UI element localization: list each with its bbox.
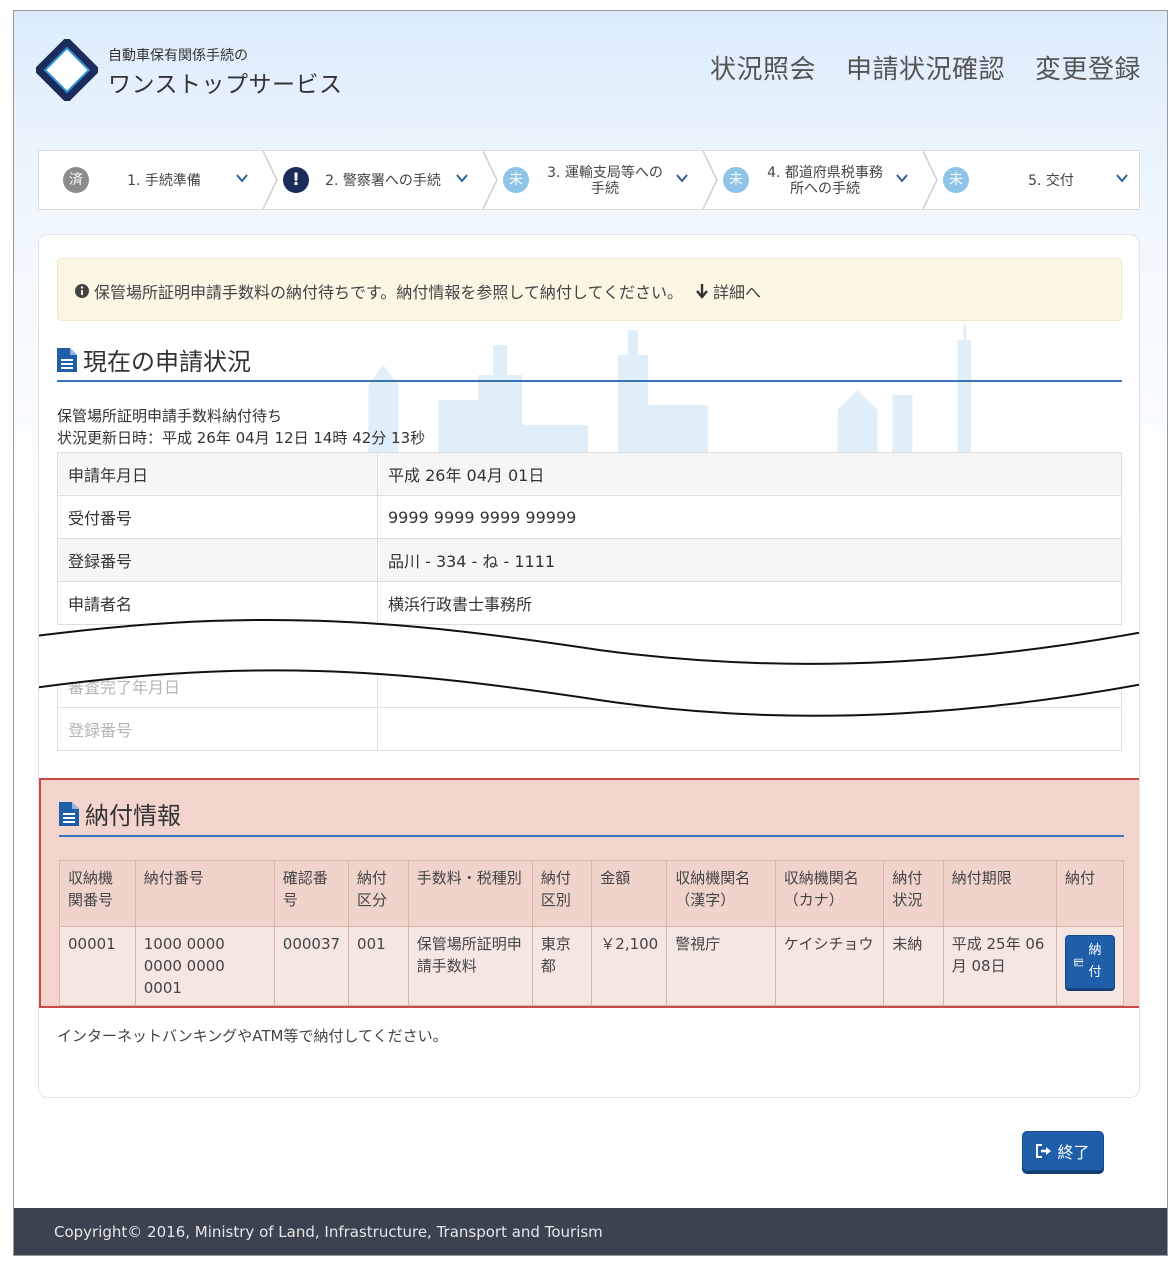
payment-pending-alert: 保管場所証明申請手数料の納付待ちです。納付情報を参照して納付してください。 詳細…: [57, 258, 1122, 321]
nav-status-inquiry[interactable]: 状況照会: [710, 49, 816, 86]
payment-note: インターネットバンキングやATM等で納付してください。: [57, 1027, 448, 1045]
column-header: 手数料・税種別: [407, 860, 533, 927]
top-navigation: 状況照会 申請状況確認 変更登録: [710, 49, 1141, 86]
main-card: 保管場所証明申請手数料の納付待ちです。納付情報を参照して納付してください。 詳細…: [38, 234, 1140, 1098]
step-4[interactable]: 未 4. 都道府県税事務 所への手続: [721, 151, 921, 209]
application-info-table: 申請年月日 平成 26年 04月 01日 受付番号 9999 9999 9999 9…: [57, 452, 1122, 625]
step-badge-pending: 未: [503, 167, 529, 193]
table-row: 登録番号 品川 - 334 - ね - 1111: [57, 538, 1122, 582]
column-header: 納付状況: [883, 860, 944, 927]
row-key: 受付番号: [57, 495, 378, 539]
step-3[interactable]: 未 3. 運輸支局等への 手続: [501, 151, 701, 209]
status-block: 保管場所証明申請手数料納付待ち 状況更新日時：平成 26年 04月 12日 14…: [57, 405, 425, 449]
step-2[interactable]: ! 2. 警察署への手続: [281, 151, 481, 209]
column-header: 金額: [591, 860, 668, 927]
sign-out-icon: [1036, 1144, 1052, 1158]
arrow-down-icon[interactable]: [695, 283, 709, 299]
table-row: 00001 1000 0000 0000 0000 0001 000037 00…: [59, 926, 1125, 1006]
alert-message: 保管場所証明申請手数料の納付待ちです。納付情報を参照して納付してください。: [94, 283, 683, 302]
step-label: 5. 交付: [1028, 173, 1074, 189]
omission-break-decoration: [39, 618, 1139, 717]
step-badge-warning: !: [283, 167, 309, 193]
section-title: 納付情報: [85, 802, 181, 830]
cell: 00001: [59, 926, 136, 1006]
section-divider: [59, 835, 1124, 837]
chevron-down-icon: [676, 174, 688, 183]
table-row: 受付番号 9999 9999 9999 99999: [57, 495, 1122, 539]
chevron-down-icon: [896, 174, 908, 183]
copyright-text: Copyright© 2016, Ministry of Land, Infra…: [54, 1223, 603, 1241]
cell: 001: [348, 926, 409, 1006]
end-button-label: 終了: [1057, 1143, 1090, 1162]
column-header: 収納機関名（カナ）: [774, 860, 885, 927]
end-button[interactable]: 終了: [1022, 1131, 1104, 1171]
row-key: 登録番号: [57, 538, 378, 582]
page-title: 現在の申請状況: [83, 348, 251, 376]
step-1[interactable]: 済 1. 手続準備: [39, 151, 261, 209]
row-value: 品川 - 334 - ね - 1111: [377, 538, 1122, 582]
step-5[interactable]: 未 5. 交付: [941, 151, 1139, 209]
column-header: 納付期限: [942, 860, 1057, 927]
logo-subtitle: 自動車保有関係手続の: [108, 48, 248, 64]
details-link[interactable]: 詳細へ: [713, 279, 761, 303]
info-icon: [75, 284, 89, 298]
app-window: 自動車保有関係手続の ワンストップサービス 状況照会 申請状況確認 変更登録 済…: [13, 10, 1168, 1256]
step-separator: [482, 151, 498, 209]
nav-application-status[interactable]: 申請状況確認: [846, 49, 1005, 86]
step-badge-pending: 未: [723, 167, 749, 193]
pay-button-label: 納付: [1088, 943, 1102, 980]
column-header: 納付区分: [348, 860, 409, 927]
payment-table: 収納機関番号 納付番号 確認番号 納付区分 手数料・税種別 納付区別 金額 収納…: [59, 860, 1125, 1006]
cell: 東京都: [531, 926, 593, 1006]
step-label: 1. 手続準備: [127, 173, 201, 189]
cell: ￥2,100: [591, 926, 668, 1006]
status-updated-time: 状況更新日時：平成 26年 04月 12日 14時 42分 13秒: [57, 429, 426, 447]
column-header: 確認番号: [273, 860, 350, 927]
chevron-down-icon: [456, 174, 468, 183]
pay-button[interactable]: 納付: [1064, 935, 1115, 989]
status-label: 保管場所証明申請手数料納付待ち: [57, 407, 283, 425]
cell: 1000 0000 0000 0000 0001: [134, 926, 275, 1006]
payment-info-section: 納付情報 収納機関番号 納付番号 確認番号 納付区分 手数料・税種別 納付区別 …: [39, 778, 1139, 1008]
column-header: 納付: [1055, 860, 1125, 927]
chevron-down-icon: [236, 174, 248, 183]
cell: 000037: [273, 926, 350, 1006]
cell: 納付: [1055, 926, 1125, 1006]
document-icon: [59, 801, 79, 826]
step-badge-done: 済: [63, 167, 89, 193]
footer: Copyright© 2016, Ministry of Land, Infra…: [14, 1208, 1167, 1255]
cell: 未納: [883, 926, 944, 1006]
cell: 保管場所証明申請手数料: [407, 926, 533, 1006]
cell: 警視庁: [666, 926, 776, 1006]
step-progress-bar: 済 1. 手続準備 ! 2. 警察署への手続 未 3. 運輸支局等への 手続 未 …: [38, 150, 1140, 210]
step-label: 2. 警察署への手続: [325, 173, 441, 189]
chevron-down-icon: [1116, 174, 1128, 183]
table-header-row: 収納機関番号 納付番号 確認番号 納付区分 手数料・税種別 納付区別 金額 収納…: [59, 860, 1125, 927]
step-separator: [702, 151, 718, 209]
step-badge-pending: 未: [943, 167, 969, 193]
column-header: 収納機関名（漢字）: [666, 860, 776, 927]
step-separator: [922, 151, 938, 209]
row-value: 9999 9999 9999 99999: [377, 495, 1122, 539]
column-header: 納付番号: [134, 860, 275, 927]
cell: 平成 25年 06月 08日: [942, 926, 1057, 1006]
step-separator: [262, 151, 278, 209]
step-label: 4. 都道府県税事務 所への手続: [767, 165, 883, 197]
payment-info-heading: 納付情報: [59, 796, 181, 831]
document-icon: [57, 347, 77, 372]
current-status-heading: 現在の申請状況: [57, 342, 251, 377]
logo-icon: [36, 39, 98, 101]
column-header: 納付区別: [531, 860, 593, 927]
cell: ケイシチョウ: [774, 926, 885, 1006]
nav-change-registration[interactable]: 変更登録: [1035, 49, 1141, 86]
column-header: 収納機関番号: [59, 860, 136, 927]
credit-card-icon: [1073, 958, 1084, 966]
section-divider: [57, 380, 1122, 382]
table-row: 申請年月日 平成 26年 04月 01日: [57, 452, 1122, 496]
step-label: 3. 運輸支局等への 手続: [547, 165, 663, 197]
row-value: 平成 26年 04月 01日: [377, 452, 1122, 496]
logo-title: ワンストップサービス: [108, 72, 343, 98]
row-key: 申請年月日: [57, 452, 378, 496]
